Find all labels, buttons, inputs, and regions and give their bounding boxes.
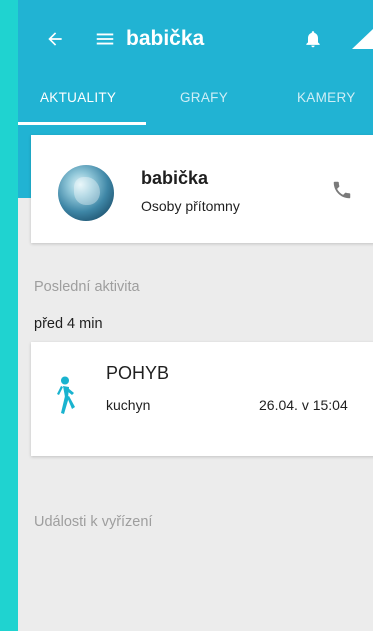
tab-bar: AKTUALITY GRAFY KAMERY: [18, 86, 373, 126]
person-card[interactable]: babička Osoby přítomny: [31, 135, 373, 243]
event-location: kuchyn: [106, 397, 151, 413]
active-tab-indicator: [18, 122, 146, 125]
side-accent-strip: [0, 0, 18, 631]
event-datetime: 26.04. v 15:04: [259, 397, 348, 413]
section-heading-last-activity: Poslední aktivita: [34, 279, 140, 295]
avatar: [58, 165, 114, 221]
hamburger-menu-icon[interactable]: [92, 26, 118, 52]
activity-time-ago: před 4 min: [34, 316, 103, 332]
signal-icon: [348, 26, 373, 52]
app-screen: babička AKTUALITY GRAFY KAMERY babička O…: [18, 0, 373, 631]
bell-icon[interactable]: [300, 26, 326, 52]
tab-aktuality[interactable]: AKTUALITY: [40, 86, 116, 126]
section-heading-pending-events: Události k vyřízení: [34, 514, 153, 530]
arrow-left-icon[interactable]: [42, 26, 68, 52]
page-title: babička: [126, 27, 205, 50]
event-type: POHYB: [106, 363, 170, 383]
person-name: babička: [141, 168, 209, 188]
activity-card[interactable]: POHYB kuchyn 26.04. v 15:04: [31, 342, 373, 456]
tab-kamery[interactable]: KAMERY: [297, 86, 356, 126]
walking-person-icon: [56, 376, 78, 416]
tab-grafy[interactable]: GRAFY: [180, 86, 228, 126]
avatar-photo: [74, 177, 100, 205]
app-bar: babička AKTUALITY GRAFY KAMERY: [18, 0, 373, 126]
toolbar: babička: [18, 0, 373, 76]
phone-icon[interactable]: [331, 179, 355, 203]
presence-status: Osoby přítomny: [141, 198, 240, 214]
